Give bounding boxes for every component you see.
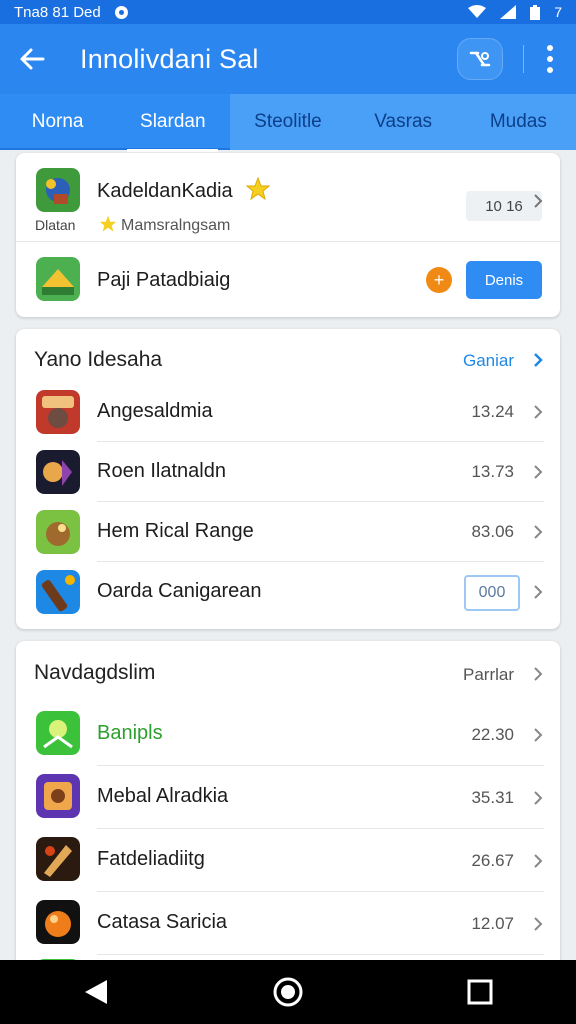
chevron-right-icon <box>534 465 543 479</box>
game-thumbnail-icon <box>36 390 80 434</box>
circle-home-icon <box>273 977 303 1007</box>
game-thumbnail-icon <box>36 450 80 494</box>
nav-back-button[interactable] <box>66 962 126 1022</box>
list-item[interactable]: Mebal Alradkia 35.31 <box>16 766 560 828</box>
chevron-right-icon <box>534 405 543 419</box>
featured-item-2-title: Paji Patadbiaig <box>97 269 231 291</box>
app-bar: Innolivdani Sal <box>0 24 576 94</box>
section-card-1: Yano Idesaha Ganiar Angesaldmia 13.24 Ro… <box>16 329 560 629</box>
arrow-left-icon <box>20 48 45 70</box>
list-item-title: Roen Ilatnaldn <box>97 460 226 482</box>
status-bar: Tna8 81 Ded 7 <box>0 0 576 24</box>
list-item[interactable]: Hem Rical Range 83.06 <box>16 502 560 561</box>
list-item-title: Oarda Canigarean <box>97 580 262 602</box>
section-see-all-link[interactable]: Parrlar <box>463 665 514 685</box>
chevron-right-icon <box>534 585 543 599</box>
more-vert-icon <box>547 45 553 51</box>
featured-card: Dlatan KadeldanKadia Mamsralngsam 10 16 … <box>16 153 560 317</box>
game-thumbnail-icon <box>36 900 80 944</box>
tab-vasras[interactable]: Vasras <box>345 94 461 150</box>
more-options-button[interactable] <box>542 45 558 73</box>
featured-item-1[interactable]: Dlatan KadeldanKadia Mamsralngsam 10 16 <box>16 153 560 237</box>
page-title: Innolivdani Sal <box>80 43 259 74</box>
filter-icon <box>469 51 491 67</box>
add-button[interactable]: + <box>426 267 452 293</box>
chevron-right-icon <box>534 667 543 681</box>
list-item-badge: 000 <box>464 575 520 611</box>
badge-star-icon <box>99 215 117 232</box>
chevron-right-icon <box>534 917 543 931</box>
status-time: Tna8 81 Ded <box>14 3 101 21</box>
game-thumbnail-icon <box>36 257 80 301</box>
nav-recents-button[interactable] <box>450 962 510 1022</box>
system-nav-bar <box>0 960 576 1024</box>
list-item-value: 13.24 <box>471 402 514 421</box>
list-item-value: 35.31 <box>471 788 514 807</box>
appbar-divider <box>523 45 524 73</box>
list-item-title: Angesaldmia <box>97 400 213 422</box>
list-item[interactable]: Oarda Canigarean 000 <box>16 562 560 622</box>
signal-icon <box>500 5 517 19</box>
tab-bar: Norna Slardan Steolitle Vasras Mudas <box>0 94 576 152</box>
triangle-back-icon <box>85 980 107 1004</box>
game-thumbnail-icon <box>36 510 80 554</box>
game-thumbnail-icon <box>36 711 80 755</box>
game-thumbnail-icon <box>36 774 80 818</box>
list-item-value: 83.06 <box>471 522 514 541</box>
battery-icon <box>530 4 541 20</box>
list-item-value: 26.67 <box>471 851 514 870</box>
section-card-2: Navdagdslim Parrlar Banipls 22.30 Mebal … <box>16 641 560 971</box>
featured-value: 10 16 <box>466 191 542 221</box>
list-item[interactable]: Fatdeliadiitg 26.67 <box>16 829 560 891</box>
list-item[interactable]: Roen Ilatnaldn 13.73 <box>16 442 560 501</box>
divider <box>16 241 560 242</box>
filter-button[interactable] <box>457 38 503 80</box>
featured-item-2[interactable]: Paji Patadbiaig + Denis <box>16 243 560 317</box>
chevron-right-icon <box>534 353 543 367</box>
chevron-right-icon <box>534 525 543 539</box>
tab-mudas[interactable]: Mudas <box>460 94 576 150</box>
action-button[interactable]: Denis <box>466 261 542 299</box>
nav-home-button[interactable] <box>258 962 318 1022</box>
list-item[interactable]: Angesaldmia 13.24 <box>16 383 560 441</box>
tab-slardan[interactable]: Slardan <box>115 94 230 152</box>
featured-subtitle: Mamsralngsam <box>121 217 231 234</box>
wifi-icon <box>468 5 487 18</box>
star-icon <box>246 177 270 201</box>
notification-icon <box>114 5 128 19</box>
section-see-all-link[interactable]: Ganiar <box>463 351 514 371</box>
tab-norna[interactable]: Norna <box>0 94 115 150</box>
section-title: Navdagdslim <box>34 661 156 684</box>
divider <box>97 954 544 955</box>
game-thumbnail-icon <box>36 168 80 212</box>
list-item-value: 12.07 <box>471 914 514 933</box>
section-title: Yano Idesaha <box>34 348 163 371</box>
list-item[interactable]: Banipls 22.30 <box>16 703 560 765</box>
list-item-title: Hem Rical Range <box>97 520 254 542</box>
list-item[interactable]: Catasa Saricia 12.07 <box>16 892 560 954</box>
list-item-title: Mebal Alradkia <box>97 785 229 807</box>
back-button[interactable] <box>18 45 46 73</box>
game-thumbnail-icon <box>36 837 80 881</box>
game-thumbnail-icon <box>36 570 80 614</box>
featured-caption: Dlatan <box>35 217 76 233</box>
list-item-title: Catasa Saricia <box>97 911 228 933</box>
chevron-right-icon <box>534 791 543 805</box>
list-item-value: 22.30 <box>471 725 514 744</box>
list-item-title: Fatdeliadiitg <box>97 848 205 870</box>
list-item-value: 13.73 <box>471 462 514 481</box>
featured-title: KadeldanKadia <box>97 180 233 202</box>
tab-steolitle[interactable]: Steolitle <box>230 94 346 150</box>
square-recents-icon <box>467 979 493 1005</box>
status-right-text: 7 <box>554 4 562 20</box>
chevron-right-icon <box>534 728 543 742</box>
list-item-title: Banipls <box>97 722 163 744</box>
chevron-right-icon <box>534 194 543 208</box>
chevron-right-icon <box>534 854 543 868</box>
